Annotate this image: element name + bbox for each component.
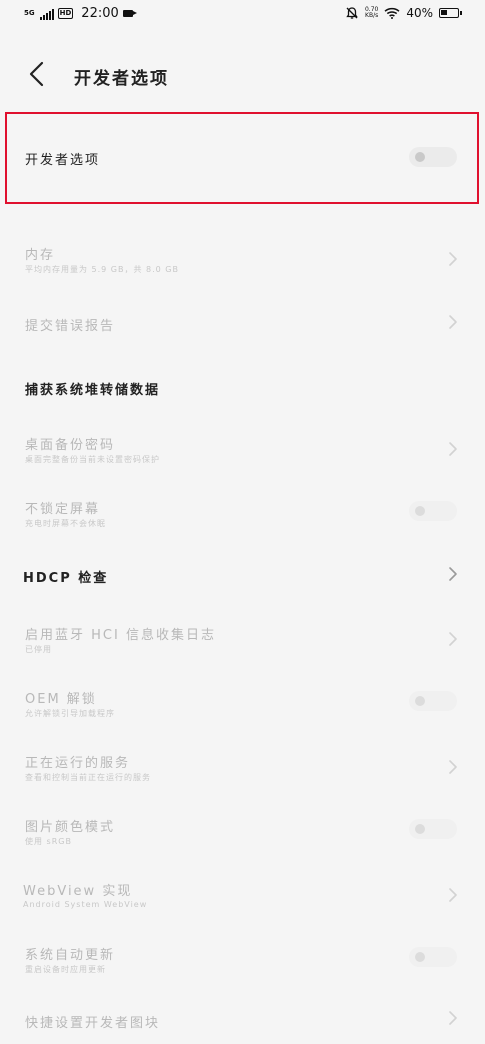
- stay-awake-title: 不锁定屏幕: [25, 502, 101, 517]
- heap-dump-item[interactable]: 捕获系统堆转储数据: [0, 364, 485, 410]
- auto-update-item[interactable]: 系统自动更新 重启设备时应用更新: [0, 932, 485, 986]
- switch-knob: [415, 696, 425, 706]
- backup-password-title: 桌面备份密码: [25, 438, 116, 453]
- chevron-right-icon: [449, 315, 457, 329]
- running-services-subtitle: 查看和控制当前正在运行的服务: [25, 773, 151, 782]
- page-title: 开发者选项: [74, 69, 169, 89]
- network-speed: 0.70 KB/s: [365, 7, 378, 19]
- bluetooth-hci-log-title: 启用蓝牙 HCI 信息收集日志: [25, 628, 216, 643]
- auto-update-title: 系统自动更新: [25, 948, 116, 963]
- memory-subtitle: 平均内存用量为 5.9 GB，共 8.0 GB: [25, 265, 179, 274]
- hdcp-check-item[interactable]: HDCP 检查: [0, 552, 485, 598]
- webview-subtitle: Android System WebView: [23, 900, 148, 909]
- stay-awake-item[interactable]: 不锁定屏幕 充电时屏幕不会休眠: [0, 486, 485, 540]
- oem-unlock-title: OEM 解锁: [25, 692, 97, 707]
- speed-unit: KB/s: [365, 12, 379, 19]
- switch-knob: [415, 824, 425, 834]
- running-services-title: 正在运行的服务: [25, 756, 131, 771]
- quick-settings-tiles-title: 快捷设置开发者图块: [25, 1016, 161, 1031]
- switch-knob: [415, 506, 425, 516]
- video-record-icon: [122, 10, 137, 17]
- bug-report-title: 提交错误报告: [25, 319, 116, 334]
- chevron-right-icon: [449, 632, 457, 646]
- developer-options-switch[interactable]: [409, 147, 457, 167]
- hdcp-check-title: HDCP 检查: [23, 571, 109, 586]
- switch-knob: [415, 152, 425, 162]
- chevron-right-icon: [449, 888, 457, 902]
- color-mode-subtitle: 使用 sRGB: [25, 837, 72, 846]
- stay-awake-switch[interactable]: [409, 501, 457, 521]
- back-arrow-icon[interactable]: [24, 60, 52, 88]
- battery-percent: 40%: [406, 6, 433, 20]
- color-mode-title: 图片颜色模式: [25, 820, 116, 835]
- heap-dump-title: 捕获系统堆转储数据: [25, 383, 161, 398]
- chevron-right-icon: [449, 567, 457, 581]
- bluetooth-hci-log-item[interactable]: 启用蓝牙 HCI 信息收集日志 已停用: [0, 612, 485, 666]
- oem-unlock-subtitle: 允许解锁引导加载程序: [25, 709, 115, 718]
- status-time: 22:00: [81, 6, 119, 21]
- chevron-right-icon: [449, 252, 457, 266]
- auto-update-subtitle: 重启设备时应用更新: [25, 965, 106, 974]
- mute-icon: [346, 7, 358, 19]
- webview-implementation-item[interactable]: WebView 实现 Android System WebView: [0, 868, 485, 922]
- memory-item[interactable]: 内存 平均内存用量为 5.9 GB，共 8.0 GB: [0, 232, 485, 286]
- chevron-right-icon: [449, 1011, 457, 1025]
- signal-icon: [39, 8, 54, 20]
- oem-unlock-item[interactable]: OEM 解锁 允许解锁引导加载程序: [0, 676, 485, 730]
- wifi-icon: [384, 7, 400, 19]
- backup-password-subtitle: 桌面完整备份当前未设置密码保护: [25, 455, 160, 464]
- status-bar: 5G HD 22:00 0.70 KB/s 40%: [0, 0, 485, 30]
- memory-title: 内存: [25, 248, 56, 263]
- bug-report-item[interactable]: 提交错误报告: [0, 300, 485, 346]
- chevron-right-icon: [449, 760, 457, 774]
- hd-badge: HD: [57, 8, 74, 19]
- running-services-item[interactable]: 正在运行的服务 查看和控制当前正在运行的服务: [0, 740, 485, 794]
- color-mode-switch[interactable]: [409, 819, 457, 839]
- status-bar-right: 0.70 KB/s 40%: [345, 6, 462, 20]
- developer-options-screen: 5G HD 22:00 0.70 KB/s 40% 开发者选项 开发者选项 内存…: [0, 0, 485, 1044]
- developer-options-label: 开发者选项: [25, 153, 101, 168]
- network-type: 5G: [24, 9, 35, 17]
- page-header: 开发者选项: [0, 50, 485, 100]
- status-bar-left: 5G HD 22:00: [24, 6, 137, 21]
- bluetooth-hci-log-subtitle: 已停用: [25, 645, 52, 654]
- chevron-right-icon: [449, 442, 457, 456]
- oem-unlock-switch[interactable]: [409, 691, 457, 711]
- backup-password-item[interactable]: 桌面备份密码 桌面完整备份当前未设置密码保护: [0, 422, 485, 476]
- stay-awake-subtitle: 充电时屏幕不会休眠: [25, 519, 106, 528]
- quick-settings-tiles-item[interactable]: 快捷设置开发者图块: [0, 998, 485, 1042]
- auto-update-switch[interactable]: [409, 947, 457, 967]
- battery-icon: [439, 8, 462, 18]
- switch-knob: [415, 952, 425, 962]
- developer-options-toggle-row[interactable]: 开发者选项: [0, 112, 485, 204]
- color-mode-item[interactable]: 图片颜色模式 使用 sRGB: [0, 804, 485, 858]
- webview-title: WebView 实现: [23, 884, 133, 899]
